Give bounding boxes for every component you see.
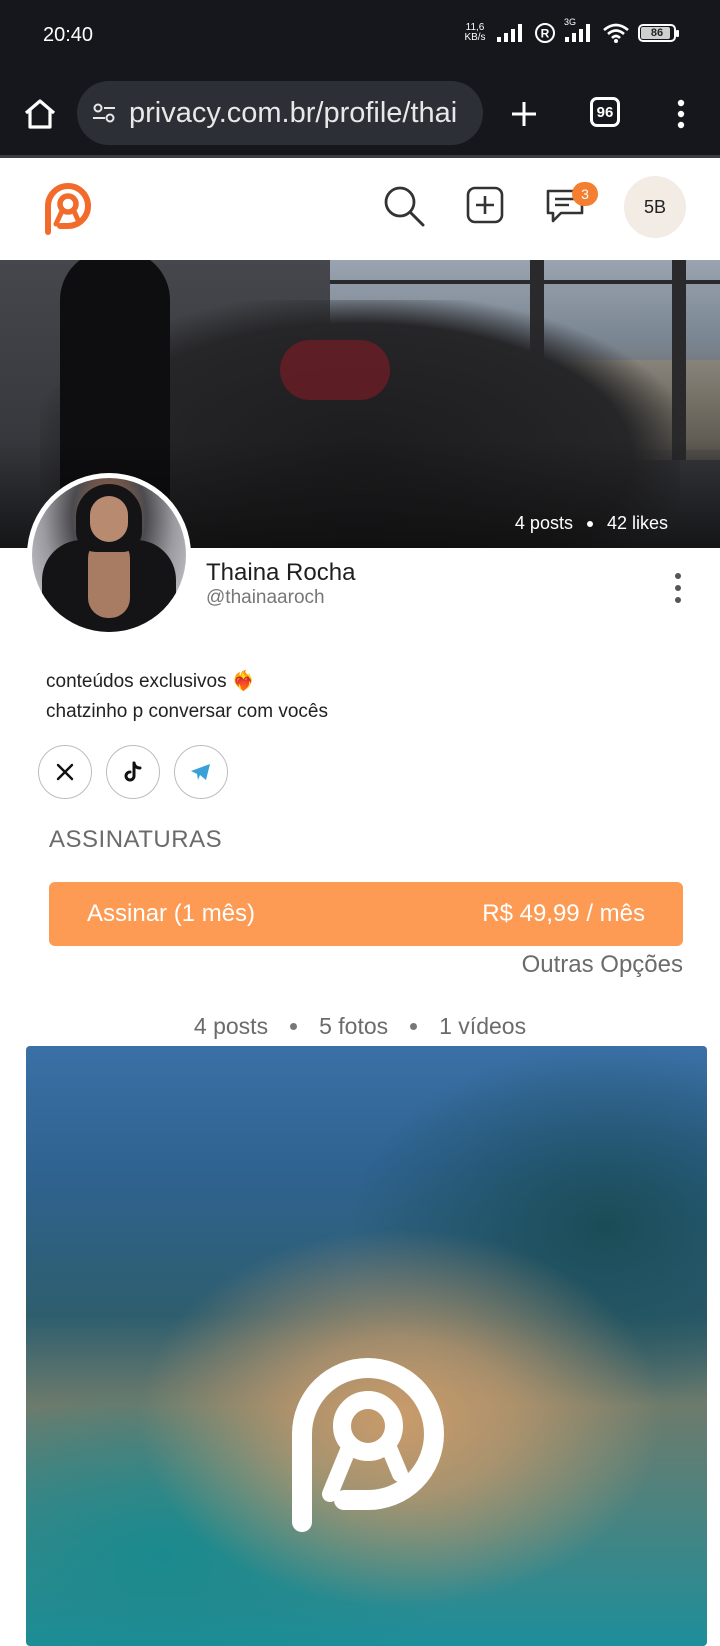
separator-dot [290,1023,298,1030]
avatar-face [90,496,128,542]
registered-icon: R [535,23,555,43]
bio-line: conteúdos exclusivos ❤️‍🔥 [46,671,256,692]
content-counts: 4 posts 5 fotos 1 vídeos [0,1013,720,1040]
url-text: privacy.com.br/profile/thai [129,96,458,129]
status-time: 20:40 [43,24,94,46]
profile-more-icon[interactable] [672,570,684,606]
cover-figure-clothing [280,340,390,400]
privacy-logo-icon[interactable] [38,178,94,238]
cover-likes-count: 42 likes [606,513,668,533]
home-icon[interactable] [20,94,60,134]
separator-dot [586,520,593,527]
profile-avatar[interactable] [27,473,191,637]
cover-stats: 4 posts 42 likes [515,513,668,534]
other-options-link[interactable]: Outras Opções [522,951,683,979]
tiktok-link-button[interactable] [106,745,160,799]
search-icon[interactable] [382,184,426,228]
profile-handle: @thainaaroch [206,587,325,608]
svg-text:R: R [541,27,550,41]
subscribe-label: Assinar (1 mês) [87,900,256,927]
battery-icon: 86 [638,24,679,42]
address-bar[interactable]: privacy.com.br/profile/thai [77,81,483,145]
more-vertical-icon[interactable] [668,94,694,134]
telegram-icon [191,764,210,780]
cover-posts-count: 4 posts [514,513,573,533]
tab-switcher-button[interactable]: 96 [590,97,620,127]
plus-icon[interactable] [504,94,544,134]
site-settings-icon[interactable] [91,100,117,126]
separator-dot [410,1023,418,1030]
privacy-lock-logo-icon [292,1358,444,1532]
message-count-badge: 3 [572,182,598,206]
telegram-link-button[interactable] [174,745,228,799]
social-links [38,745,228,799]
profile-name: Thaina Rocha [206,559,356,586]
add-post-icon[interactable] [466,186,504,224]
locked-post-card[interactable] [26,1046,707,1646]
subscribe-price: R$ 49,99 / mês [482,900,645,927]
tiktok-icon [124,761,142,782]
site-header: 3 5B [0,158,720,260]
network-type-label: 3G [564,17,577,27]
network-speed: 11,6 KB/s [462,23,488,43]
status-icons: 11,6 KB/s R 3G 86 [462,17,679,44]
status-bar: 20:40 11,6 KB/s R 3G 86 [0,0,720,72]
subscriptions-heading: ASSINATURAS [49,826,223,853]
wifi-icon [603,23,629,43]
browser-toolbar: privacy.com.br/profile/thai 96 [0,72,720,158]
x-link-button[interactable] [38,745,92,799]
signal-icon [497,24,522,42]
profile-bio: conteúdos exclusivos ❤️‍🔥 chatzinho p co… [46,667,328,727]
photos-count[interactable]: 5 fotos [319,1013,388,1040]
subscribe-button[interactable]: Assinar (1 mês) R$ 49,99 / mês [49,882,683,946]
x-icon [56,763,74,781]
user-avatar-button[interactable]: 5B [624,176,686,238]
posts-count[interactable]: 4 posts [194,1013,268,1040]
battery-level: 86 [650,27,664,39]
signal-3g: 3G [564,17,594,43]
bio-line: chatzinho p conversar com vocês [46,701,328,722]
network-speed-unit: KB/s [464,32,486,43]
videos-count[interactable]: 1 vídeos [439,1013,526,1040]
